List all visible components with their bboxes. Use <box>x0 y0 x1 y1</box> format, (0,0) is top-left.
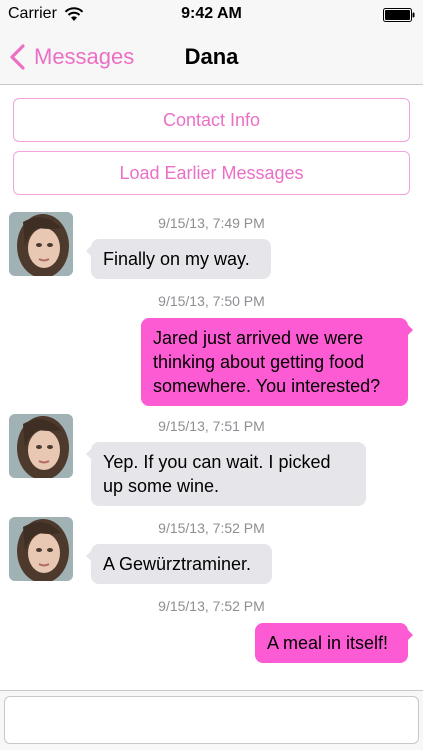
clock: 9:42 AM <box>181 5 242 22</box>
load-earlier-messages-button[interactable]: Load Earlier Messages <box>13 151 410 195</box>
status-bar: Carrier 9:42 AM <box>0 0 423 30</box>
message-timestamp: 9/15/13, 7:51 PM <box>158 418 265 434</box>
incoming-message-bubble[interactable]: Yep. If you can wait. I picked up some w… <box>86 442 366 506</box>
message-text: Finally on my way. <box>103 249 250 269</box>
message-text: A Gewürztraminer. <box>103 554 252 574</box>
message-text-line: Jared just arrived we were <box>153 328 364 348</box>
message-text-line: thinking about getting food <box>153 352 365 372</box>
message-input[interactable] <box>4 696 419 744</box>
message-timestamp: 9/15/13, 7:52 PM <box>158 520 265 536</box>
incoming-message-bubble[interactable]: A Gewürztraminer. <box>86 544 272 584</box>
message-input-bar <box>0 690 423 750</box>
back-label: Messages <box>34 44 135 69</box>
navigation-bar: Messages Dana <box>0 30 423 85</box>
message-timestamp: 9/15/13, 7:52 PM <box>158 598 265 614</box>
message-text-line: somewhere. You interested? <box>153 376 381 396</box>
outgoing-message-bubble[interactable]: A meal in itself! <box>255 623 413 663</box>
battery-icon <box>383 8 415 22</box>
message-timestamp: 9/15/13, 7:49 PM <box>158 215 265 231</box>
incoming-message-bubble[interactable]: Finally on my way. <box>86 239 271 279</box>
message-text: A meal in itself! <box>267 633 389 653</box>
outgoing-message-bubble[interactable]: Jared just arrived we were thinking abou… <box>141 318 413 406</box>
message-text-line: Yep. If you can wait. I picked <box>103 452 331 472</box>
message-text-line: up some wine. <box>103 476 220 496</box>
message-timestamp: 9/15/13, 7:50 PM <box>158 293 265 309</box>
back-button[interactable]: Messages <box>8 39 134 75</box>
contact-info-button[interactable]: Contact Info <box>13 98 410 142</box>
back-chevron-icon <box>10 44 25 70</box>
